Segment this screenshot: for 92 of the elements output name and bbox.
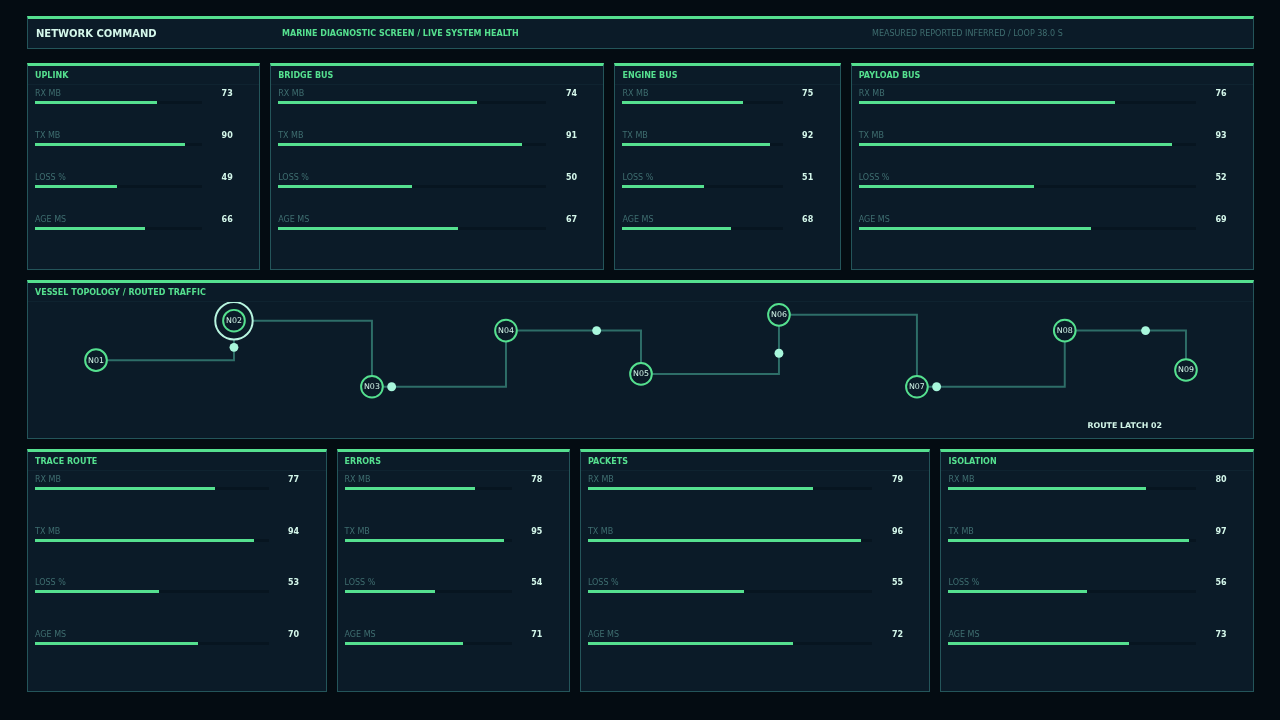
metric-label: AGE MS	[858, 215, 891, 224]
metric-value: 56	[1214, 578, 1228, 587]
metric-value: 97	[1214, 526, 1228, 536]
network-node[interactable]: N09	[1174, 358, 1198, 382]
panel-title: ERRORS	[337, 452, 569, 471]
metric-label: RX MB	[858, 89, 886, 98]
packet-dot	[229, 342, 239, 352]
metric-label: LOSS %	[344, 578, 377, 587]
metric-label: LOSS %	[858, 173, 891, 182]
metric-value: 73	[220, 89, 234, 98]
metric-value: 94	[286, 526, 301, 536]
network-node[interactable]: N06	[767, 303, 791, 327]
metric-label: TX MB	[622, 131, 649, 140]
metric-value: 74	[564, 89, 579, 98]
metric-value: 93	[1214, 131, 1228, 140]
metric-label: LOSS %	[622, 173, 655, 182]
metric-value: 70	[286, 629, 301, 639]
metric-label: LOSS %	[587, 578, 620, 587]
panel-title: TRACE ROUTE	[28, 452, 326, 471]
route-label: ROUTE LATCH 02	[1087, 421, 1162, 431]
metric-value: 91	[564, 131, 579, 140]
metric-value: 49	[220, 173, 234, 182]
metric-value: 69	[1214, 215, 1228, 224]
metric-value: 67	[564, 215, 579, 224]
metric-label: RX MB	[344, 475, 372, 484]
network-node[interactable]: N04	[494, 318, 518, 343]
metric-label: RX MB	[622, 89, 650, 98]
metric-label: RX MB	[35, 475, 62, 484]
metric-value: 79	[890, 475, 905, 484]
metric-label: TX MB	[948, 526, 975, 536]
metric-value: 77	[286, 475, 301, 484]
metric-label: AGE MS	[948, 629, 981, 639]
panel-title: ISOLATION	[941, 452, 1253, 471]
network-node[interactable]: N03	[360, 374, 384, 399]
metric-value: 71	[530, 629, 544, 639]
metric-value: 53	[286, 578, 301, 587]
metric-label: LOSS %	[278, 173, 310, 182]
metric-label: TX MB	[344, 526, 371, 536]
metric-label: RX MB	[948, 475, 976, 484]
metric-label: AGE MS	[278, 215, 311, 224]
panel-title: VESSEL TOPOLOGY / ROUTED TRAFFIC	[28, 283, 1253, 302]
metric-value: 90	[220, 131, 234, 140]
metric-value: 75	[801, 89, 815, 98]
metric-value: 78	[530, 475, 544, 484]
metric-label: TX MB	[278, 131, 305, 140]
metric-value: 76	[1214, 89, 1228, 98]
metric-value: 68	[801, 215, 815, 224]
packet-dot	[592, 326, 602, 335]
metric-value: 54	[530, 578, 544, 587]
metric-value: 52	[1214, 173, 1228, 182]
metric-label: AGE MS	[622, 215, 655, 224]
metric-label: TX MB	[587, 526, 615, 536]
metric-label: TX MB	[858, 131, 885, 140]
network-node[interactable]: N05	[629, 362, 653, 386]
packet-dot	[387, 382, 397, 392]
packet-dot	[1141, 326, 1150, 335]
metric-label: AGE MS	[35, 215, 68, 224]
metric-value: 95	[530, 526, 544, 536]
panel-title: PACKETS	[580, 452, 930, 471]
panel-title: ENGINE BUS	[615, 66, 840, 85]
app-title: NETWORK COMMAND	[36, 28, 158, 39]
metric-label: TX MB	[35, 526, 62, 536]
network-node[interactable]: N02	[214, 302, 254, 341]
metric-label: LOSS %	[948, 578, 981, 587]
panel-title: UPLINK	[28, 66, 260, 85]
legend-text: MEASURED REPORTED INFERRED / LOOP 38.0 S	[872, 29, 1063, 38]
packet-dot	[932, 382, 942, 392]
network-node[interactable]: N07	[905, 374, 929, 399]
metric-value: 50	[564, 173, 579, 182]
metric-label: AGE MS	[344, 629, 377, 639]
metric-label: AGE MS	[587, 629, 620, 639]
metric-label: RX MB	[35, 89, 62, 98]
metric-label: LOSS %	[35, 578, 67, 587]
metric-value: 80	[1214, 475, 1228, 484]
screen-subtitle: MARINE DIAGNOSTIC SCREEN / LIVE SYSTEM HEALTH	[282, 29, 520, 38]
metric-label: TX MB	[35, 131, 62, 140]
metric-label: AGE MS	[35, 629, 68, 639]
panel-title: PAYLOAD BUS	[851, 66, 1253, 85]
metric-value: 72	[890, 629, 905, 639]
metric-label: LOSS %	[35, 173, 67, 182]
metric-value: 66	[220, 215, 234, 224]
metric-value: 73	[1214, 629, 1228, 639]
metric-label: RX MB	[587, 475, 615, 484]
metric-value: 96	[890, 526, 905, 536]
metric-value: 55	[890, 578, 905, 587]
panel-title: BRIDGE BUS	[271, 66, 604, 85]
metric-value: 51	[801, 173, 815, 182]
network-node[interactable]: N08	[1052, 318, 1077, 343]
metric-value: 92	[801, 131, 815, 140]
network-node[interactable]: N01	[84, 348, 108, 372]
metric-label: RX MB	[278, 89, 306, 98]
packet-dot	[774, 348, 784, 358]
